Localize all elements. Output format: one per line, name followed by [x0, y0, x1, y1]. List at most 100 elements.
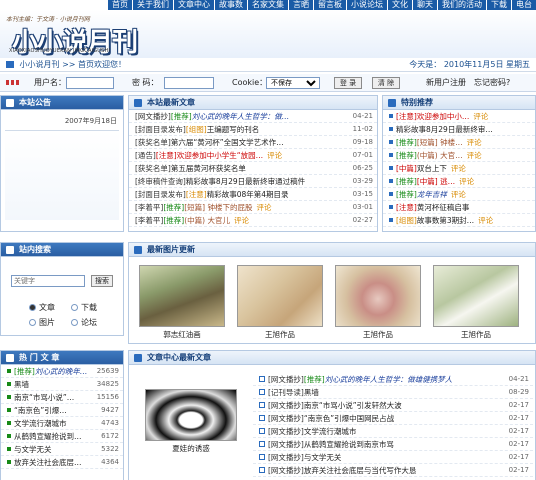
list-item[interactable]: [推荐]刘心武的晚年… 25639 — [1, 365, 123, 378]
article-title[interactable]: 龙年吉祥 — [417, 190, 447, 199]
nav-item[interactable]: 下载 — [486, 0, 511, 10]
article-category[interactable]: [封面目录发布] — [135, 125, 186, 134]
center-feature-image[interactable] — [145, 389, 237, 441]
search-input[interactable] — [11, 275, 85, 287]
list-item[interactable]: [网文播抄]南京“市骂小说”引发轩然大波 02-17 — [253, 399, 533, 412]
search-option-download[interactable]: 下载 — [71, 302, 97, 313]
list-item[interactable]: [网文播抄]文学流行潮城市 02-17 — [253, 425, 533, 438]
article-title[interactable]: 放弃关注社会底层与当代写作大恳 — [304, 466, 417, 475]
list-item[interactable]: [注意]欢迎参加中小… 评论 — [383, 110, 535, 123]
comment-link[interactable]: 评论 — [451, 190, 466, 199]
username-input[interactable] — [66, 77, 114, 89]
nav-item[interactable]: 文章中心 — [173, 0, 214, 10]
article-category[interactable]: [获奖名单] — [135, 138, 171, 147]
cookie-select[interactable]: 不保存 — [266, 77, 320, 89]
list-item[interactable]: [网文播抄][推荐]刘心武的晚年人生哲学：做… 04-21 — [129, 110, 377, 123]
nav-item[interactable]: 故事数 — [214, 0, 247, 10]
comment-link[interactable]: 评论 — [234, 216, 249, 225]
article-category[interactable]: [网文播抄] — [268, 401, 304, 410]
article-title[interactable]: 精彩故事08年第4期目录 — [207, 190, 289, 199]
register-link[interactable]: 新用户注册 — [426, 74, 466, 92]
article-title[interactable]: 王编题写的刊名 — [207, 125, 260, 134]
comment-link[interactable]: 评论 — [459, 177, 474, 186]
list-item[interactable]: [封面目录发布][注意]精彩故事08年第4期目录 03-15 — [129, 188, 377, 201]
list-item[interactable]: [网文播抄]“南京色”引爆中国网民占战 02-17 — [253, 412, 533, 425]
nav-item[interactable]: 小说论坛 — [346, 0, 387, 10]
nav-item[interactable]: 名家文集 — [247, 0, 288, 10]
list-item[interactable]: 与文学无关 5322 — [1, 443, 123, 456]
search-option-article[interactable]: 文章 — [29, 302, 55, 313]
article-category[interactable]: [网文播抄] — [135, 112, 171, 121]
comment-link[interactable]: 评论 — [473, 112, 488, 121]
comment-link[interactable]: 评论 — [267, 151, 282, 160]
gallery-image-4[interactable] — [433, 265, 519, 327]
article-category[interactable]: [网文播抄] — [268, 466, 304, 475]
article-title[interactable]: 从鹤鹑宣耀抢说到南京市骂 — [304, 440, 394, 449]
article-category[interactable]: [通告] — [135, 151, 156, 160]
gallery-image-2[interactable] — [237, 265, 323, 327]
article-title[interactable]: 故事数第3期封… — [417, 216, 474, 225]
article-category[interactable]: [网文播抄] — [268, 414, 304, 423]
breadcrumb-site-link[interactable]: 小小说月刊 — [20, 60, 60, 69]
list-item[interactable]: 黑墙 34825 — [1, 378, 123, 391]
list-item[interactable]: [李着平][推荐](中篇) 大官儿 评论 02-27 — [129, 214, 377, 227]
article-title[interactable]: 从鹤鹑宣耀抢说到… — [14, 432, 82, 441]
site-logo[interactable]: 本刊主编：于文涛 · 小说月刊网 小小说月刊 XIAOXIAOSHUOYUEKA… — [6, 14, 138, 58]
search-button[interactable]: 搜索 — [91, 275, 113, 287]
list-item[interactable]: [推荐][中篇] 逃… 评论 — [383, 175, 535, 188]
article-title[interactable]: 与文学无关 — [304, 453, 342, 462]
list-item[interactable]: 南京“市骂小说”… 15156 — [1, 391, 123, 404]
article-category[interactable]: [网文播抄] — [268, 453, 304, 462]
comment-link[interactable]: 评论 — [256, 203, 271, 212]
list-item[interactable]: [封面目录发布][组图]王编题写的刊名 11-02 — [129, 123, 377, 136]
article-category[interactable]: [李着平] — [135, 216, 163, 225]
article-title[interactable]: 双台上下 — [417, 164, 447, 173]
article-title[interactable]: 欢迎参加中小… — [417, 112, 470, 121]
article-category[interactable]: [记刊导读] — [268, 388, 304, 397]
list-item[interactable]: 文学流行潮城市 4743 — [1, 417, 123, 430]
list-item[interactable]: [推荐](中篇) 大官… 评论 — [383, 149, 535, 162]
list-item[interactable]: “南京色”引爆… 9427 — [1, 404, 123, 417]
article-title[interactable]: (中篇) 大官… — [417, 151, 463, 160]
gallery-caption-1[interactable]: 郭志红油画 — [139, 329, 225, 340]
list-item[interactable]: [注意]黄河杯征稿启事 — [383, 201, 535, 214]
article-title[interactable]: 黑墙 — [14, 380, 29, 389]
comment-link[interactable]: 评论 — [451, 164, 466, 173]
article-title[interactable]: 第六届“黄河杯”全国文学艺术作… — [171, 138, 284, 147]
list-item[interactable]: [通告][注意]欢迎参加中小学生“放园… 评论 07-01 — [129, 149, 377, 162]
search-option-forum[interactable]: 论坛 — [71, 317, 97, 328]
gallery-image-1[interactable] — [139, 265, 225, 327]
list-item[interactable]: [中篇]双台上下 评论 — [383, 162, 535, 175]
nav-item[interactable]: 聊天 — [412, 0, 437, 10]
article-title[interactable]: 放弃关注社会底层… — [14, 458, 82, 467]
gallery-caption-4[interactable]: 王旭作品 — [433, 329, 519, 340]
article-title[interactable]: 第五届黄河杯获奖名单 — [171, 164, 246, 173]
list-item[interactable]: [推荐]龙年吉祥 评论 — [383, 188, 535, 201]
gallery-caption-3[interactable]: 王旭作品 — [335, 329, 421, 340]
article-category[interactable]: [李着平] — [135, 203, 163, 212]
article-title[interactable]: [短篇] 钟楼… — [417, 138, 463, 147]
clear-button[interactable]: 清 除 — [372, 77, 400, 89]
article-title[interactable]: 黄河杯征稿启事 — [417, 203, 470, 212]
forgot-password-link[interactable]: 忘记密码? — [474, 74, 510, 92]
list-item[interactable]: [终审稿件查询]精彩故事8月29日最新终审通过稿件 03-29 — [129, 175, 377, 188]
article-title[interactable]: 精彩故事8月29日最新终审通过稿件 — [186, 177, 305, 186]
gallery-image-3[interactable] — [335, 265, 421, 327]
comment-link[interactable]: 评论 — [478, 216, 493, 225]
article-title[interactable]: (中篇) 大官儿 — [184, 216, 230, 225]
article-title[interactable]: 黑墙 — [304, 388, 319, 397]
article-title[interactable]: 刘心武的晚年… — [35, 367, 88, 376]
list-item[interactable]: [获奖名单]第五届黄河杯获奖名单 06-25 — [129, 162, 377, 175]
article-category[interactable]: [获奖名单] — [135, 164, 171, 173]
nav-item[interactable]: 关于我们 — [132, 0, 173, 10]
article-title[interactable]: “南京色”引爆… — [14, 406, 67, 415]
login-button[interactable]: 登 录 — [334, 77, 362, 89]
list-item[interactable]: [网文播抄]与文学无关 02-17 — [253, 451, 533, 464]
article-category[interactable]: [终审稿件查询] — [135, 177, 186, 186]
list-item[interactable]: [李着平][推荐][短篇] 钟楼下的屁股 评论 03-01 — [129, 201, 377, 214]
password-input[interactable] — [164, 77, 214, 89]
article-title[interactable]: 欢迎参加中小学生“放园… — [177, 151, 263, 160]
nav-item[interactable]: 留言板 — [313, 0, 346, 10]
article-title[interactable]: 刘心武的晚年人生哲学：做… — [192, 112, 290, 121]
list-item[interactable]: [获奖名单]第六届“黄河杯”全国文学艺术作… 09-18 — [129, 136, 377, 149]
